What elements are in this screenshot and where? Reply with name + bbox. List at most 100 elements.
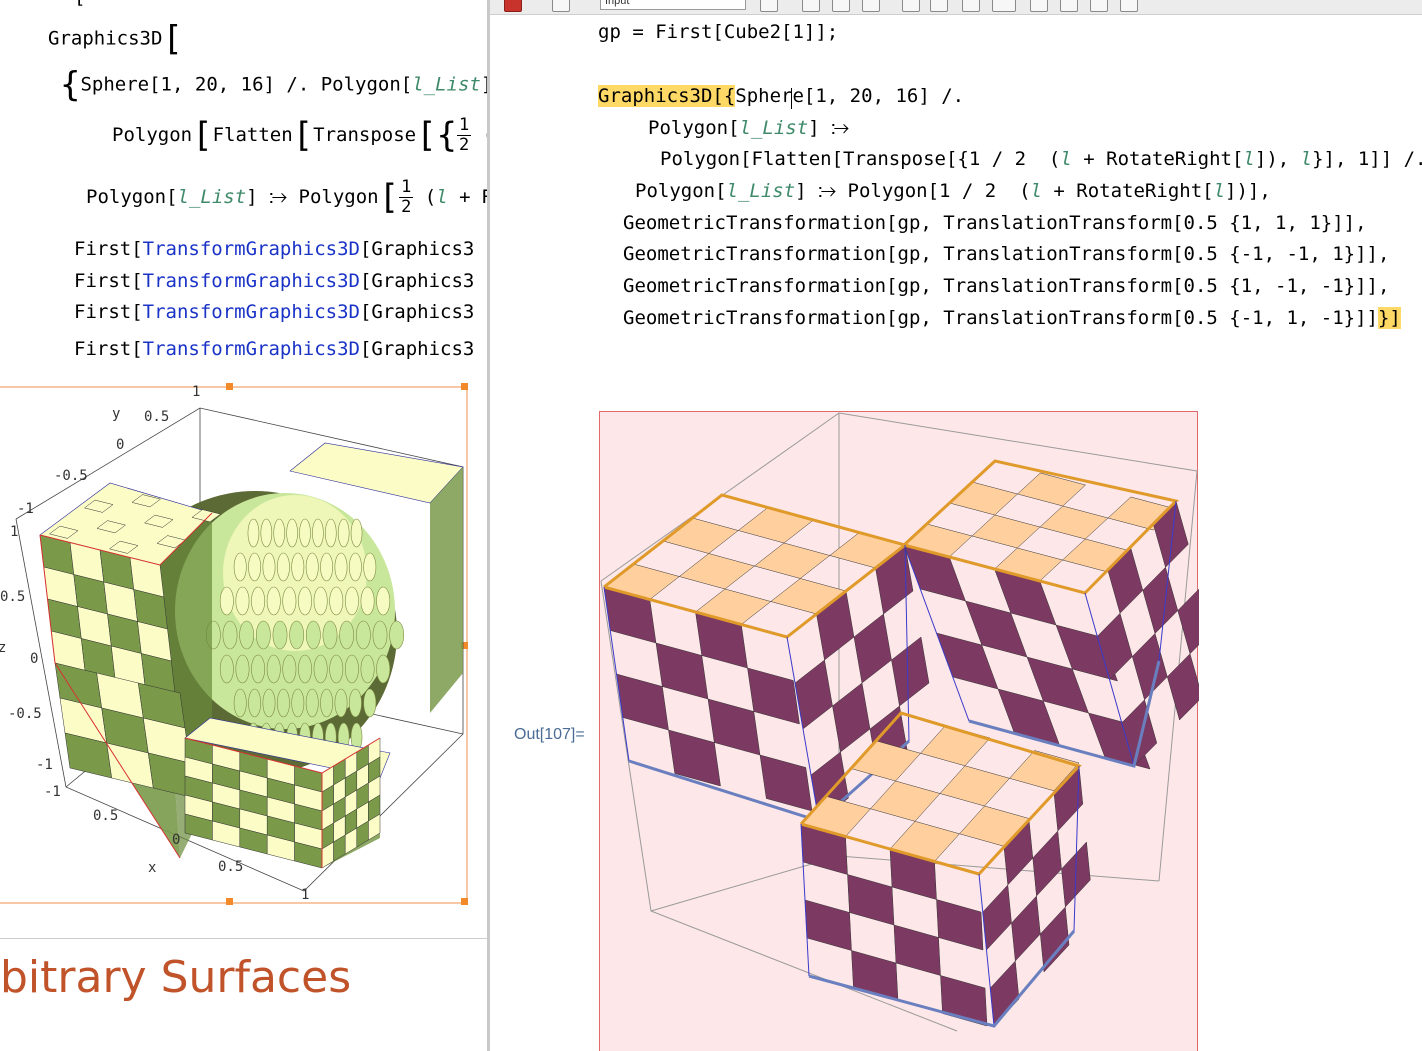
sphere-cell [329, 586, 344, 616]
rotate-token: + RotateRight[ [1071, 148, 1244, 170]
var-l: l [1060, 148, 1072, 170]
section-title: bitrary Surfaces [0, 952, 352, 1003]
pattern-var: l_List [412, 73, 481, 96]
tick: 0 [116, 437, 124, 453]
gear-icon[interactable] [504, 0, 522, 12]
code-line-sphere[interactable]: {Sphere[1, 20, 16] /. Polygon[l_List] [60, 68, 487, 102]
bracket-glyph: [ [378, 177, 400, 218]
sphere-cell [255, 620, 271, 650]
matrix-icon[interactable] [1060, 0, 1078, 12]
highlighted-brace: { [723, 85, 736, 107]
graphics-token: [Graphics3 [359, 270, 475, 292]
code-line-polygon-rule[interactable]: Polygon[l_List] ⧴ Polygon[12 (l + Ro [86, 178, 487, 217]
replace-token: }], 1]] /. [1312, 148, 1422, 170]
integral-icon[interactable] [1030, 0, 1048, 12]
graphics-token: [Graphics3 [359, 338, 475, 360]
graphics-token: [Graphics3 [359, 238, 475, 260]
code-line-geo-2[interactable]: GeometricTransformation[gp, TranslationT… [623, 243, 1389, 265]
code-line-polygon-flatten[interactable]: Polygon[Flatten[Transpose[{12 (l [112, 116, 487, 155]
sphere-cell [282, 654, 297, 684]
template-icon[interactable] [962, 0, 980, 12]
sphere-cell [248, 688, 262, 718]
paren-token: ]), [1254, 148, 1301, 170]
right-notebook-pane[interactable]: Input gp = First[Cube2[1]]; Graphics3D[{… [490, 0, 1422, 1051]
sphere-cell [376, 586, 391, 616]
tick: -1 [44, 784, 61, 800]
evaluate-icon[interactable] [902, 0, 920, 12]
code-line-polygon-pattern[interactable]: Polygon[l_List] ⧴ [648, 117, 849, 139]
fraction-one-half: 12 [399, 177, 414, 217]
flatten-token: Polygon[Flatten[Transpose[{1 / 2 ( [660, 148, 1061, 170]
var-l: l [1030, 180, 1042, 202]
tick: 0.5 [0, 589, 25, 605]
code-line-polygon-flatten[interactable]: Polygon[Flatten[Transpose[{1 / 2 (l + Ro… [660, 148, 1422, 170]
code-line-geo-3[interactable]: GeometricTransformation[gp, TranslationT… [623, 275, 1389, 297]
tick: -0.5 [54, 468, 88, 484]
close-token: ])], [1225, 180, 1271, 202]
var-l: l [1300, 148, 1313, 170]
move-up-icon[interactable] [832, 0, 850, 12]
sphere-cell [298, 654, 312, 684]
axis-label-z: z [0, 640, 6, 656]
sphere-cell [329, 654, 344, 684]
tick: -1 [17, 501, 34, 517]
sphere-cell [312, 518, 324, 548]
insert-icon[interactable] [760, 0, 778, 12]
format-icon[interactable] [1090, 0, 1108, 12]
rotate-token: + RotateRight[ [1041, 180, 1214, 202]
left-notebook-pane[interactable]: [ Graphics3D[ {Sphere[1, 20, 16] /. Poly… [0, 0, 487, 1051]
move-down-icon[interactable] [862, 0, 880, 12]
bracket-glyph: [ [162, 19, 183, 59]
code-line-gp[interactable]: gp = First[Cube2[1]]; [598, 21, 838, 43]
rule-token: ] ⧴ Polygon[1 / 2 ( [795, 180, 1031, 202]
rule-token: ] ⧴ [808, 117, 850, 139]
tick: 0.5 [218, 859, 243, 875]
rule-token: ] ⧴ Polygon [246, 186, 379, 208]
sphere-cell [305, 688, 319, 718]
sphere-cell [344, 654, 359, 684]
sphere-cell [305, 620, 321, 650]
sphere-token: Sphere[1, 20, 16] /. Polygon[ [80, 73, 413, 96]
right-3d-graphic[interactable] [599, 411, 1199, 1051]
sphere-cell [272, 620, 288, 650]
tick: 0.5 [93, 808, 118, 824]
highlighted-close: }] [1377, 307, 1401, 329]
paren-token: ( [424, 186, 437, 208]
copy-icon[interactable] [930, 0, 948, 12]
sphere-cell [239, 620, 255, 650]
first-token: First[ [74, 238, 143, 260]
sphere-cell [389, 620, 405, 650]
pattern-var: l_List [726, 180, 796, 202]
sphere-cell [334, 688, 348, 718]
sphere-cell [322, 620, 338, 650]
sphere-cell [372, 620, 388, 650]
tick: 0 [30, 651, 38, 667]
code-line-first-3[interactable]: First[TransformGraphics3D[Graphics3 [74, 301, 474, 323]
sphere-cell [251, 654, 266, 684]
sphere-cell [299, 518, 311, 548]
sphere-cell [266, 654, 281, 684]
cell-style-select[interactable]: Input [600, 0, 746, 10]
link-icon[interactable] [1120, 0, 1138, 12]
group-icon[interactable] [802, 0, 820, 12]
sphere-cell [305, 552, 319, 582]
code-line-geo-4[interactable]: GeometricTransformation[gp, TranslationT… [623, 307, 1401, 329]
code-line-graphics3d[interactable]: Graphics3D[ [48, 22, 183, 56]
code-line-first-4[interactable]: First[TransformGraphics3D[Graphics3 [74, 338, 474, 360]
code-line-first-1[interactable]: First[TransformGraphics3D[Graphics3 [74, 238, 474, 260]
var-l: l [1213, 180, 1226, 202]
sphere-cell [334, 552, 348, 582]
code-line-graphics3d[interactable]: Graphics3D[{Sphere[1, 20, 16] /. [598, 85, 964, 107]
sphere-cell [313, 654, 328, 684]
code-line-first-2[interactable]: First[TransformGraphics3D[Graphics3 [74, 270, 474, 292]
transform-token: TransformGraphics3D [142, 338, 360, 360]
code-line-polygon-half[interactable]: Polygon[l_List] ⧴ Polygon[1 / 2 (l + Rot… [635, 180, 1271, 202]
palette-icon[interactable] [992, 0, 1016, 12]
left-3d-graphic[interactable]: y z x 1 0.5 0 -0.5 -1 1 0.5 0 -0.5 -1 -1… [0, 383, 487, 908]
tick: 1 [192, 384, 200, 400]
cell-icon[interactable] [552, 0, 570, 12]
sphere-cell [298, 586, 312, 616]
code-line-geo-1[interactable]: GeometricTransformation[gp, TranslationT… [623, 212, 1367, 234]
sphere-cell [266, 586, 281, 616]
sphere-cell [247, 518, 260, 548]
